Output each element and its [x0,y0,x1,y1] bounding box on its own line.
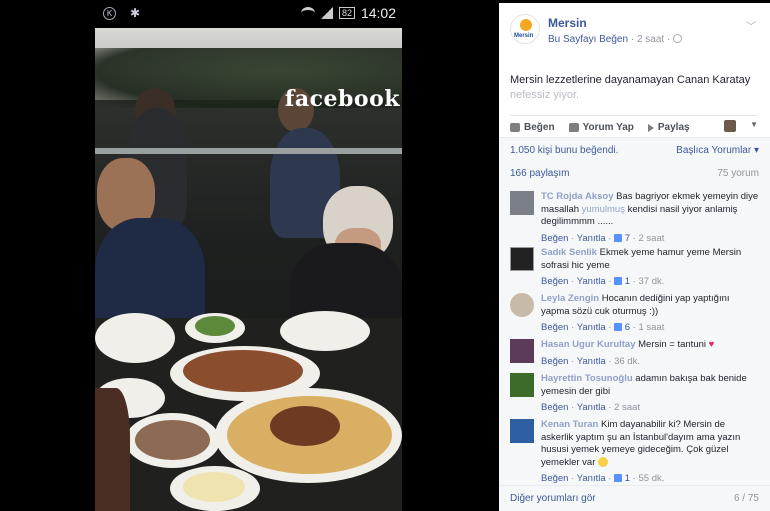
commenter-name[interactable]: Hayrettin Tosunoğlu [541,373,633,384]
like-label: Beğen [524,122,555,133]
commenter-name[interactable]: Kenan Turan [541,419,598,430]
page-avatar[interactable]: Mersin [510,14,540,44]
photo-foreground-person [95,388,130,511]
post-side-panel: Mersin Mersin Bu Sayfayı Beğen · 2 saat … [499,3,770,511]
post-meta: Bu Sayfayı Beğen · 2 saat · [548,34,683,45]
comment-footer: Beğen · Yanıtla · 1 · 37 dk. [541,276,665,287]
photo-railing [95,148,402,154]
photo-salad [135,420,210,460]
commenter-avatar[interactable] [510,293,534,317]
photo-salad [195,316,235,336]
heart-icon: ♥ [708,339,715,350]
globe-icon [673,34,683,43]
bug-icon: ✱ [130,6,141,20]
comment-footer: Beğen · Yanıtla · 36 dk. [541,355,640,367]
comments-count: 75 yorum [717,168,759,179]
more-comments-link[interactable]: Diğer yorumları gör [510,493,596,504]
photo-viewer: K ✱ 82 14:02 facebook [0,0,497,511]
photo-meat [270,406,340,446]
thumbs-up-icon [614,277,623,285]
thumbs-up-icon [614,233,623,242]
comment-reply-link[interactable]: Yanıtla [577,402,606,413]
comment-reply-link[interactable]: Yanıtla [577,473,606,484]
photo-plate [280,311,370,351]
post-actions: Beğen Yorum Yap Paylaş ▼ [510,115,758,135]
sun-logo-icon [520,19,532,31]
thumbs-up-icon [614,323,623,331]
post-time[interactable]: 2 saat [637,34,664,45]
comments-list: TC Rojda Aksoy Bas bagriyor ekmek yemeyi… [499,185,770,485]
comment-text-blurred: yumulmuş [581,203,625,215]
likes-count[interactable]: 1.050 kişi bunu beğendi. [510,145,618,156]
comment-reply-link[interactable]: Yanıtla [577,276,606,287]
commenter-avatar[interactable] [510,373,534,397]
more-comments-bar: Diğer yorumları gör 6 / 75 [499,485,770,511]
screen: K ✱ 82 14:02 facebook Mersin Mersin Bu S… [0,0,770,511]
comment-time[interactable]: 37 dk. [638,276,664,287]
commenter-name[interactable]: Leyla Zengin [541,293,599,304]
comment-footer: Beğen · Yanıtla · 1 · 55 dk. [541,473,665,484]
caret-down-icon[interactable]: ▼ [750,120,758,135]
post-text-faded: nefessiz yiyor. [510,89,580,101]
phone-status-bar: K ✱ 82 14:02 [95,0,402,28]
comment-time[interactable]: 2 saat [638,233,664,244]
smiley-icon [598,456,609,467]
comment-time[interactable]: 36 dk. [614,356,640,367]
comments-pager: 6 / 75 [733,493,759,504]
photo-kebab [183,350,303,392]
commenter-avatar[interactable] [510,247,534,271]
commenter-avatar[interactable] [510,419,534,443]
comment-button[interactable]: Yorum Yap [568,120,634,135]
wifi-icon [300,7,315,19]
commenter-avatar[interactable] [510,339,534,363]
post-header: Mersin Mersin Bu Sayfayı Beğen · 2 saat … [499,3,770,58]
comment-like-link[interactable]: Beğen [541,402,568,413]
post-photo[interactable]: facebook [95,28,402,511]
notification-icon: K [103,7,116,20]
share-button[interactable]: Paylaş [647,120,690,135]
comment-text: Mersin = tantuni [638,339,706,350]
comment-time[interactable]: 2 saat [614,402,640,413]
like-page-link[interactable]: Bu Sayfayı Beğen [548,34,628,45]
comment-reply-link[interactable]: Yanıtla [577,356,606,367]
status-clock: 14:02 [360,5,396,21]
comment-footer: Beğen · Yanıtla · 2 saat [541,402,640,413]
comment-like-link[interactable]: Beğen [541,356,568,367]
commenter-name[interactable]: Sadık Senlik [541,247,597,258]
battery-indicator: 82 [338,7,355,19]
chevron-down-icon[interactable]: ﹀ [746,18,756,33]
signal-icon [320,7,333,19]
comment-like-link[interactable]: Beğen [541,276,568,287]
commenter-avatar[interactable] [510,191,534,215]
comment-footer: Beğen · Yanıtla · 6 · 1 saat [541,322,665,333]
facebook-watermark: facebook [284,86,400,112]
comment-reply-link[interactable]: Yanıtla [577,233,606,244]
comment-like-link[interactable]: Beğen [541,233,568,244]
like-button[interactable]: Beğen [510,120,555,135]
top-comments-dropdown[interactable]: Başlıca Yorumlar ▾ [676,145,759,156]
share-icon [647,123,654,132]
post-text-main: Mersin lezzetlerine dayanamayan Canan Ka… [510,74,751,86]
viewer-avatar[interactable] [724,120,737,132]
photo-lemons [183,472,245,502]
shares-count[interactable]: 166 paylaşım [510,168,569,179]
photo-plate [95,313,175,363]
page-name[interactable]: Mersin [548,16,587,30]
logo-mark: Mersin [514,33,534,39]
post-stats: 1.050 kişi bunu beğendi. Başlıca Yorumla… [499,137,770,185]
comment-reply-link[interactable]: Yanıtla [577,322,606,333]
comment-time[interactable]: 1 saat [638,322,664,333]
comment-time[interactable]: 55 dk. [638,473,664,484]
thumbs-up-icon [614,474,623,482]
comment-label: Yorum Yap [582,122,634,133]
share-label: Paylaş [657,122,690,133]
commenter-name[interactable]: Hasan Ugur Kurultay [541,339,636,350]
comment-icon [568,123,579,132]
comment-like-link[interactable]: Beğen [541,322,568,333]
thumbs-up-icon [510,123,520,132]
comment-footer: Beğen · Yanıtla · 7 · 2 saat [541,232,665,244]
comment-like-link[interactable]: Beğen [541,473,568,484]
commenter-name[interactable]: TC Rojda Aksoy [541,191,614,202]
post-text: Mersin lezzetlerine dayanamayan Canan Ka… [510,73,758,103]
